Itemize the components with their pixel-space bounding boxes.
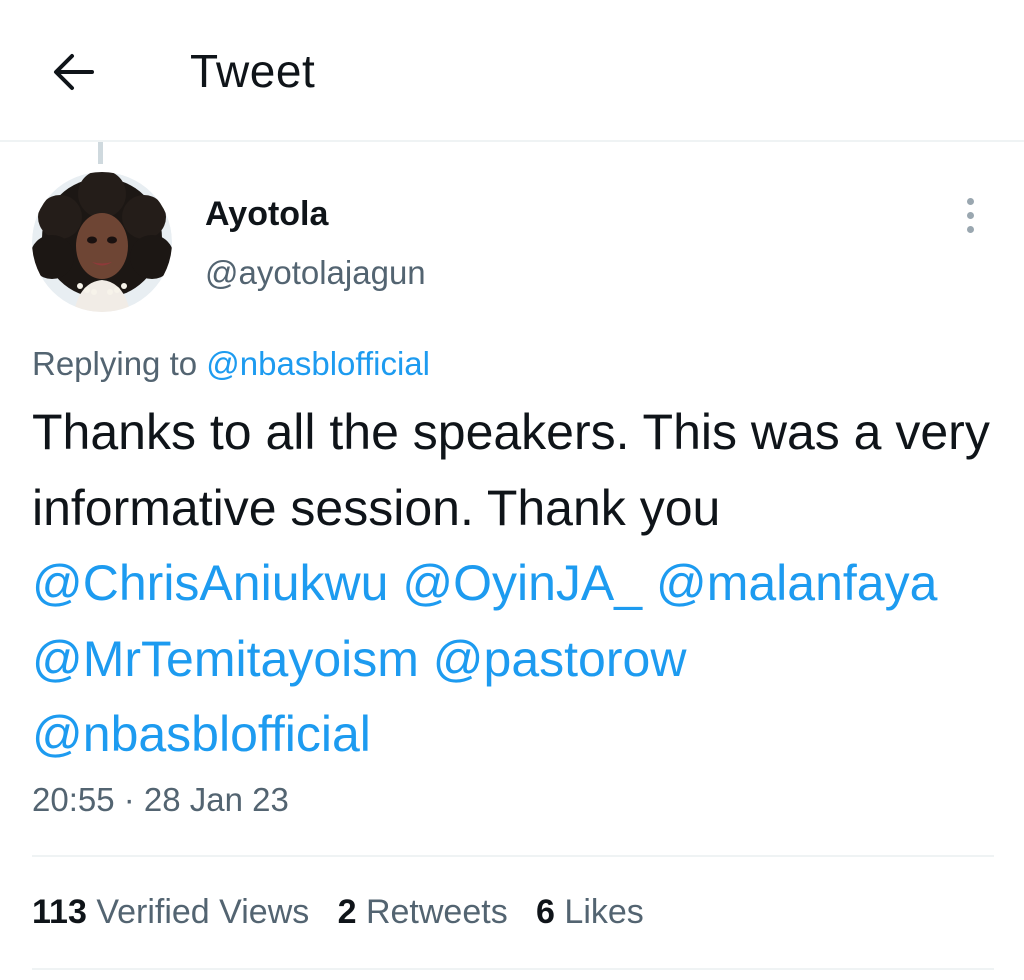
likes-count: 6 — [536, 893, 555, 931]
back-button[interactable] — [48, 46, 100, 98]
more-vertical-icon — [966, 197, 974, 205]
views-count: 113 — [32, 893, 87, 931]
mention-link[interactable]: @malanfaya — [656, 555, 937, 611]
likes-label: Likes — [564, 893, 644, 931]
avatar[interactable] — [32, 172, 172, 312]
mention-link[interactable]: @pastorow — [433, 631, 687, 687]
top-bar: Tweet — [0, 0, 1024, 142]
more-options-button[interactable] — [952, 192, 988, 238]
tweet-timestamp[interactable]: 20:55 · 28 Jan 23 — [32, 781, 289, 819]
mention-link[interactable]: @MrTemitayoism — [32, 631, 419, 687]
more-vertical-icon-dot — [966, 211, 974, 219]
views-stat[interactable]: 113 Verified Views — [32, 893, 309, 931]
tweet-stats: 113 Verified Views 2 Retweets 6 Likes — [32, 893, 644, 932]
mention-link[interactable]: @ChrisAniukwu — [32, 555, 388, 611]
avatar-photo — [32, 172, 172, 312]
arrow-left-icon — [54, 54, 94, 90]
replying-to-label: Replying to — [32, 345, 198, 382]
likes-stat[interactable]: 6 Likes — [536, 893, 644, 931]
replying-to-link[interactable]: @nbasblofficial — [206, 345, 430, 382]
tweet-text: Thanks to all the speakers. This was a v… — [32, 395, 1002, 773]
page-title: Tweet — [190, 45, 316, 97]
more-vertical-icon-dot — [966, 225, 974, 233]
mention-link[interactable]: @OyinJA_ — [402, 555, 642, 611]
mention-link[interactable]: @nbasblofficial — [32, 706, 371, 762]
divider — [32, 855, 994, 857]
retweets-stat[interactable]: 2 Retweets — [338, 893, 508, 931]
author-handle[interactable]: @ayotolajagun — [205, 254, 426, 292]
thread-connector-line — [98, 142, 103, 164]
divider — [32, 968, 994, 970]
tweet-text-body: Thanks to all the speakers. This was a v… — [32, 404, 990, 536]
views-label: Verified Views — [96, 893, 310, 931]
retweets-label: Retweets — [365, 893, 508, 931]
retweets-count: 2 — [337, 893, 357, 931]
author-display-name[interactable]: Ayotola — [205, 195, 328, 234]
replying-to-line: Replying to @nbasblofficial — [32, 345, 430, 383]
